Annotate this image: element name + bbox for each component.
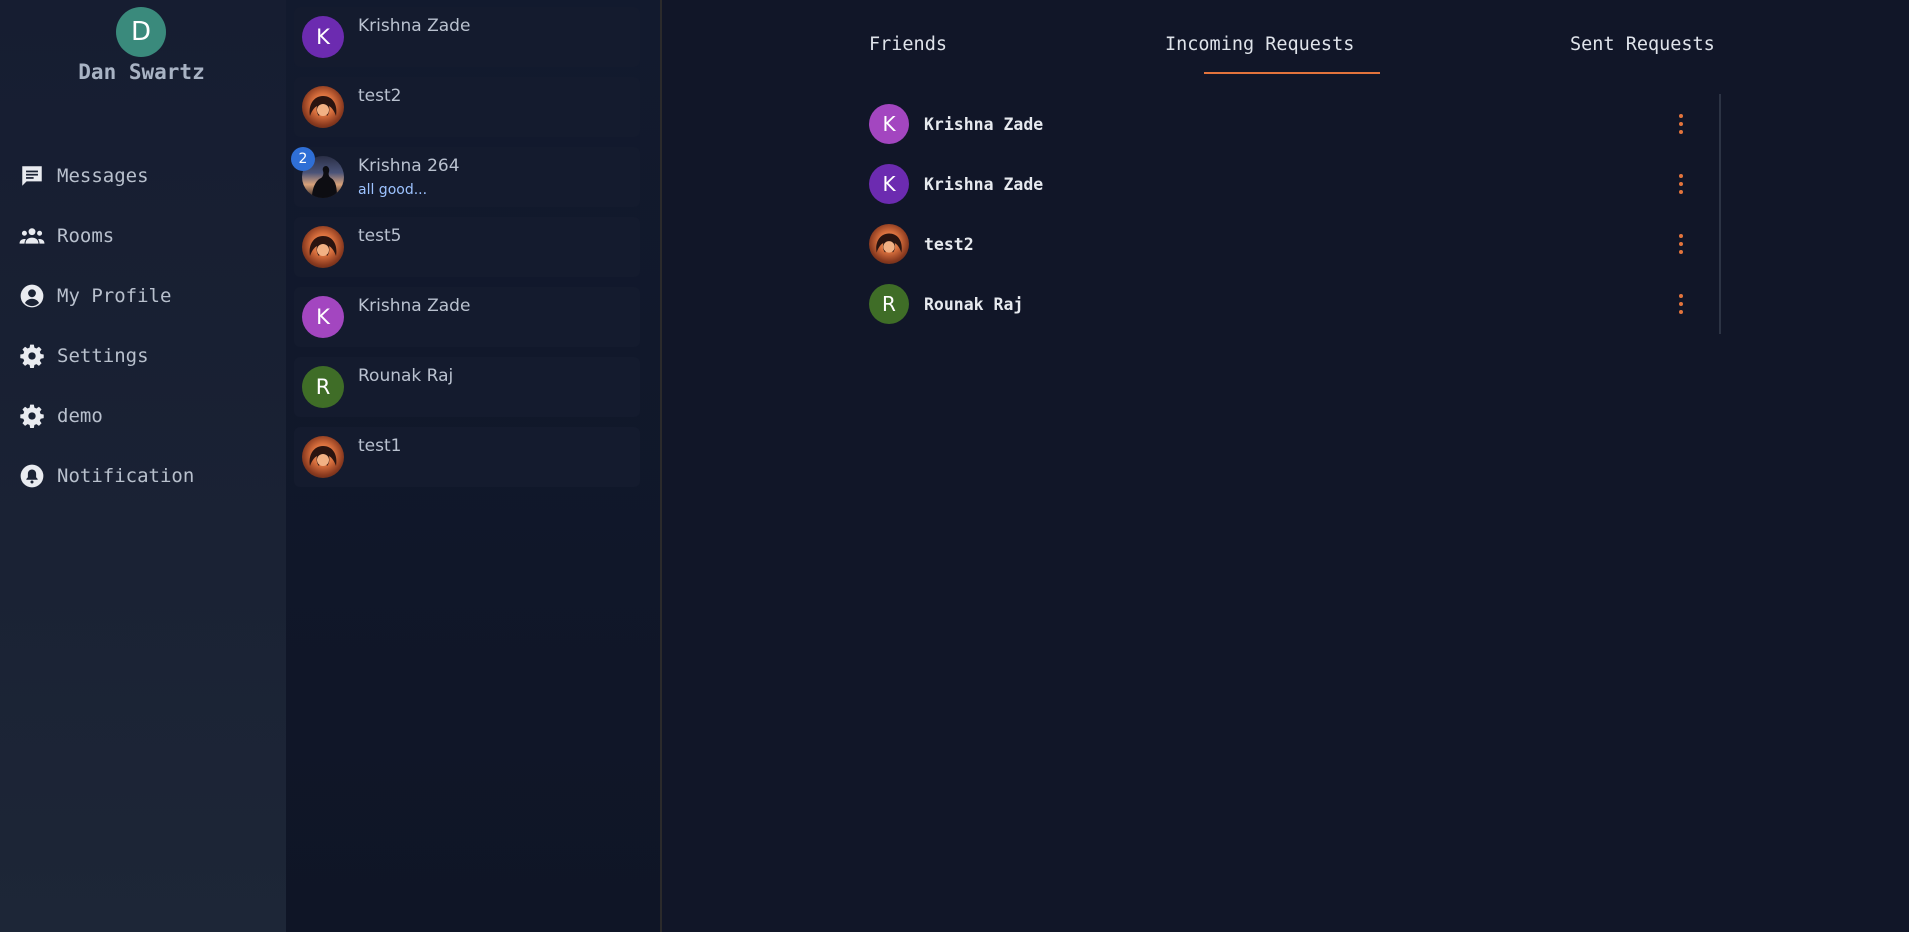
request-name: Krishna Zade — [924, 174, 1044, 194]
chat-name: Krishna Zade — [358, 16, 471, 36]
gear-icon — [18, 402, 46, 430]
more-options-icon[interactable] — [1669, 289, 1693, 319]
avatar: K — [302, 296, 344, 338]
bell-icon — [18, 462, 46, 490]
sidebar-item-label: Settings — [57, 345, 149, 367]
chat-item[interactable]: test1 — [294, 427, 640, 487]
sidebar: D Dan Swartz Messages Rooms My Profile S… — [0, 0, 286, 932]
scrollbar[interactable] — [1719, 94, 1721, 334]
active-tab-indicator — [1204, 72, 1380, 74]
more-options-icon[interactable] — [1669, 229, 1693, 259]
sidebar-item-notification[interactable]: Notification — [18, 461, 194, 491]
chat-name: test1 — [358, 436, 402, 456]
request-row[interactable]: R Rounak Raj — [869, 283, 1749, 325]
chat-name: Krishna 264 — [358, 156, 460, 176]
sidebar-item-messages[interactable]: Messages — [18, 161, 149, 191]
tab-sent-requests[interactable]: Sent Requests — [1570, 34, 1715, 55]
avatar: R — [869, 284, 909, 324]
sidebar-item-label: demo — [57, 405, 103, 427]
profile-name: Dan Swartz — [78, 60, 205, 84]
chat-item[interactable]: K Krishna Zade — [294, 287, 640, 347]
chat-item[interactable]: test2 — [294, 77, 640, 137]
tab-friends[interactable]: Friends — [869, 34, 947, 55]
avatar: R — [302, 366, 344, 408]
people-icon — [18, 222, 46, 250]
chat-item[interactable]: 2 Krishna 264 all good... — [291, 147, 640, 207]
sidebar-item-label: Rooms — [57, 225, 115, 247]
tab-incoming-requests[interactable]: Incoming Requests — [1165, 34, 1354, 55]
chat-name: test2 — [358, 86, 402, 106]
more-options-icon[interactable] — [1669, 169, 1693, 199]
avatar — [302, 436, 344, 478]
chat-name: Rounak Raj — [358, 366, 454, 386]
request-name: test2 — [924, 234, 974, 254]
avatar[interactable]: D — [116, 7, 166, 57]
sidebar-item-my-profile[interactable]: My Profile — [18, 281, 171, 311]
friends-panel: Friends Incoming Requests Sent Requests … — [664, 0, 1909, 932]
sidebar-item-label: My Profile — [57, 285, 172, 307]
sidebar-item-settings[interactable]: Settings — [18, 341, 149, 371]
request-row[interactable]: test2 — [869, 223, 1749, 265]
sidebar-item-rooms[interactable]: Rooms — [18, 221, 114, 251]
chat-name: test5 — [358, 226, 402, 246]
message-icon — [18, 162, 46, 190]
request-row[interactable]: K Krishna Zade — [869, 103, 1749, 145]
chat-list: K Krishna Zade test2 2 Krishna 264 all g… — [286, 0, 662, 932]
request-row[interactable]: K Krishna Zade — [869, 163, 1749, 205]
avatar: K — [869, 164, 909, 204]
unread-badge: 2 — [291, 147, 315, 171]
sidebar-item-label: Notification — [57, 465, 195, 487]
chat-item[interactable]: R Rounak Raj — [294, 357, 640, 417]
avatar — [302, 86, 344, 128]
avatar — [302, 226, 344, 268]
avatar: K — [302, 16, 344, 58]
avatar — [869, 224, 909, 264]
sidebar-item-demo[interactable]: demo — [18, 401, 103, 431]
request-name: Rounak Raj — [924, 294, 1024, 314]
avatar: K — [869, 104, 909, 144]
request-name: Krishna Zade — [924, 114, 1044, 134]
chat-item[interactable]: test5 — [294, 217, 640, 277]
more-options-icon[interactable] — [1669, 109, 1693, 139]
chat-name: Krishna Zade — [358, 296, 471, 316]
chat-preview: all good... — [358, 182, 428, 198]
sidebar-item-label: Messages — [57, 165, 149, 187]
user-circle-icon — [18, 282, 46, 310]
chat-item[interactable]: K Krishna Zade — [294, 7, 640, 67]
gear-icon — [18, 342, 46, 370]
